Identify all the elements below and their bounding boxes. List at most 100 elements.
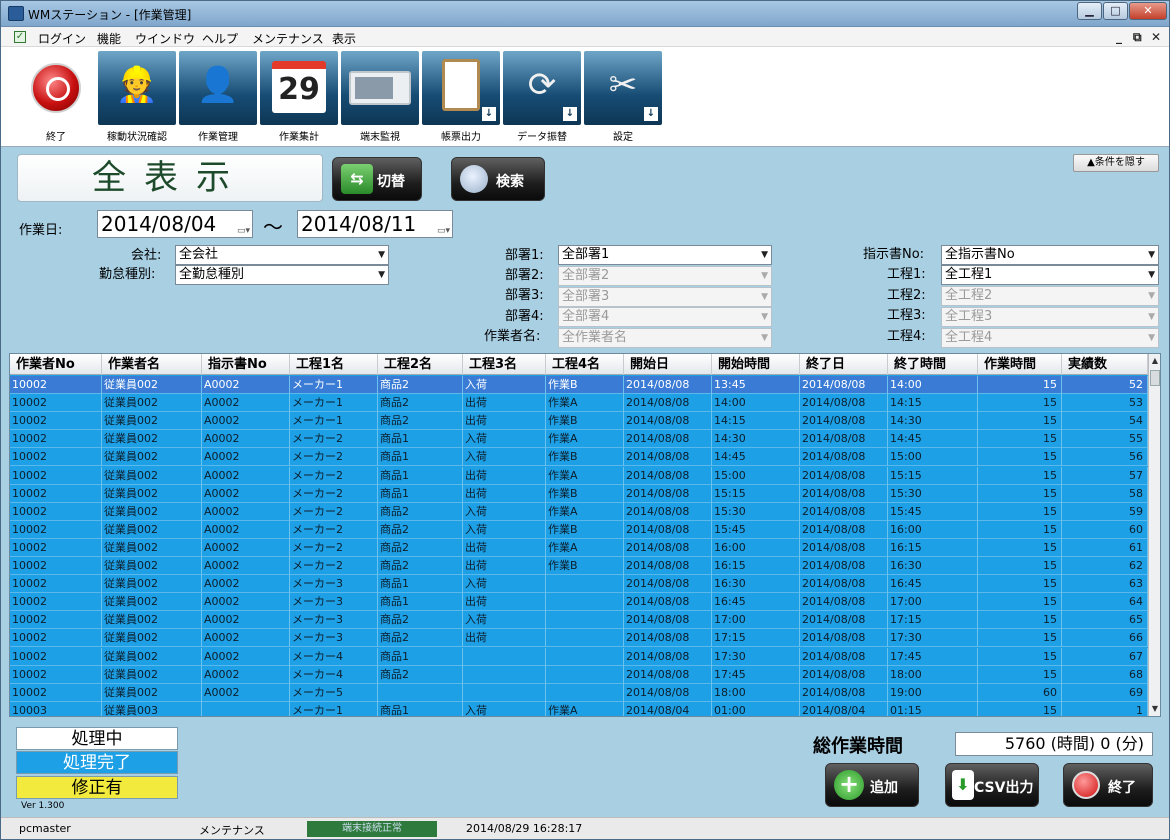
calendar-dropdown-icon[interactable]: ▭▾: [232, 218, 250, 236]
scroll-up-icon[interactable]: ▲: [1149, 354, 1160, 367]
table-cell: 16:45: [888, 575, 978, 594]
process1-select[interactable]: 全工程1 ▼: [941, 265, 1159, 285]
table-cell: A0002: [202, 575, 290, 594]
table-cell: 68: [1062, 665, 1148, 684]
table-cell: 2014/08/08: [624, 466, 712, 485]
table-cell: 従業員002: [102, 629, 202, 648]
column-header[interactable]: 作業時間: [978, 354, 1062, 375]
terminal-icon: [341, 51, 419, 125]
vertical-scrollbar[interactable]: ▲ ▼: [1148, 354, 1160, 716]
table-cell: 17:30: [888, 629, 978, 648]
table-cell: 52: [1062, 376, 1148, 394]
toolbar-report-output[interactable]: ↓ 帳票出力: [422, 51, 500, 143]
table-cell: 10002: [10, 412, 102, 431]
toolbar-status-check[interactable]: 👷 稼動状況確認: [98, 51, 176, 143]
table-row[interactable]: 10002 従業員002 A0002 メーカー3 商品1 入荷 2014/08/08 16:3…: [10, 575, 1148, 594]
minimize-button[interactable]: ▁: [1077, 2, 1102, 20]
exit-button[interactable]: 終了: [1063, 763, 1153, 807]
table-row[interactable]: 10002 従業員002 A0002 メーカー3 商品1 出荷 2014/08/08 16:4…: [10, 593, 1148, 612]
table-row[interactable]: 10002 従業員002 A0002 メーカー2 商品2 入荷 作業A 2014/08/08 1…: [10, 502, 1148, 521]
table-row-selected[interactable]: 10002 従業員002 A0002 メーカー1 商品2 入荷 作業B 2014/08/08 1…: [10, 376, 1148, 394]
table-row[interactable]: 10003 従業員003 メーカー1 商品1 入荷 作業A 2014/08/04 01:00 2…: [10, 701, 1148, 716]
toolbar-data-transfer[interactable]: ⟳ ↓ データ振替: [503, 51, 581, 143]
date-to-field[interactable]: 2014/08/11 ▭▾: [297, 210, 453, 238]
table-row[interactable]: 10002 従業員002 A0002 メーカー2 商品1 出荷 作業A 2014/08/08 1…: [10, 466, 1148, 485]
table-cell: 10003: [10, 701, 102, 716]
column-header[interactable]: 開始日: [624, 354, 712, 375]
table-cell: 従業員002: [102, 683, 202, 702]
close-button[interactable]: ✕: [1129, 2, 1167, 20]
column-header[interactable]: 作業者No: [10, 354, 102, 375]
table-cell: 作業B: [546, 412, 624, 431]
table-cell: 従業員002: [102, 466, 202, 485]
table-row[interactable]: 10002 従業員002 A0002 メーカー1 商品2 出荷 作業B 2014/08/08 1…: [10, 412, 1148, 431]
table-cell: [463, 683, 546, 702]
switch-button[interactable]: ⇆ 切替: [332, 157, 422, 201]
column-header[interactable]: 実績数: [1062, 354, 1148, 375]
table-row[interactable]: 10002 従業員002 A0002 メーカー3 商品2 入荷 2014/08/08 17:0…: [10, 611, 1148, 630]
csv-export-button[interactable]: ⬇ CSV出力: [945, 763, 1039, 807]
column-header[interactable]: 開始時間: [712, 354, 800, 375]
add-button[interactable]: + 追加: [825, 763, 919, 807]
table-cell: 従業員002: [102, 484, 202, 503]
table-row[interactable]: 10002 従業員002 A0002 メーカー5 2014/08/08 18:00 2014…: [10, 683, 1148, 702]
column-header[interactable]: 工程1名: [290, 354, 378, 375]
table-cell: 従業員002: [102, 665, 202, 684]
date-from-field[interactable]: 2014/08/04 ▭▾: [97, 210, 253, 238]
menu-view[interactable]: 表示: [332, 30, 356, 47]
scroll-down-icon[interactable]: ▼: [1149, 702, 1160, 715]
table-row[interactable]: 10002 従業員002 A0002 メーカー2 商品1 入荷 作業A 2014/08/08 1…: [10, 430, 1148, 449]
search-button[interactable]: 検索: [451, 157, 545, 201]
company-select[interactable]: 全会社 ▼: [175, 245, 389, 265]
table-cell: 2014/08/08: [800, 629, 888, 648]
table-row[interactable]: 10002 従業員002 A0002 メーカー1 商品2 出荷 作業A 2014/08/08 1…: [10, 394, 1148, 413]
column-header[interactable]: 工程2名: [378, 354, 463, 375]
column-header[interactable]: 工程3名: [463, 354, 546, 375]
table-row[interactable]: 10002 従業員002 A0002 メーカー2 商品1 入荷 作業B 2014/08/08 1…: [10, 448, 1148, 467]
calendar-dropdown-icon[interactable]: ▭▾: [432, 218, 450, 236]
toolbar-label: 端末監視: [360, 132, 400, 143]
menu-function[interactable]: 機能: [97, 30, 121, 47]
toolbar-exit[interactable]: 終了: [17, 51, 95, 143]
column-header[interactable]: 指示書No: [202, 354, 290, 375]
mdi-restore-button[interactable]: ⧉: [1133, 30, 1142, 45]
toolbar-work-management[interactable]: 👤 作業管理: [179, 51, 257, 143]
toolbar-work-summary[interactable]: 29 作業集計: [260, 51, 338, 143]
toolbar-label: データ振替: [517, 132, 567, 143]
table-row[interactable]: 10002 従業員002 A0002 メーカー2 商品1 出荷 作業B 2014/08/08 1…: [10, 484, 1148, 503]
maximize-button[interactable]: □: [1103, 2, 1128, 20]
column-header[interactable]: 作業者名: [102, 354, 202, 375]
menu-help[interactable]: ヘルプ: [202, 30, 238, 47]
table-cell: 従業員002: [102, 611, 202, 630]
menu-maintenance[interactable]: メンテナンス: [252, 30, 324, 47]
table-row[interactable]: 10002 従業員002 A0002 メーカー2 商品2 出荷 作業A 2014/08/08 1…: [10, 538, 1148, 557]
toolbar-settings[interactable]: ✂ ↓ 設定: [584, 51, 662, 143]
table-cell: 2014/08/08: [624, 502, 712, 521]
column-header[interactable]: 工程4名: [546, 354, 624, 375]
table-row[interactable]: 10002 従業員002 A0002 メーカー3 商品2 出荷 2014/08/08 17:1…: [10, 629, 1148, 648]
table-cell: メーカー2: [290, 557, 378, 575]
mdi-minimize-button[interactable]: _: [1116, 30, 1122, 44]
display-mode-label: 全表示: [17, 154, 323, 202]
work-records-table[interactable]: 作業者No 作業者名 指示書No 工程1名 工程2名 工程3名 工程4名 開始日 開始時間 終了日…: [9, 353, 1161, 717]
table-cell: 61: [1062, 538, 1148, 557]
order-no-select[interactable]: 全指示書No ▼: [941, 245, 1159, 265]
table-cell: メーカー3: [290, 593, 378, 612]
table-row[interactable]: 10002 従業員002 A0002 メーカー4 商品2 2014/08/08 17:45 2…: [10, 665, 1148, 684]
column-header[interactable]: 終了日: [800, 354, 888, 375]
table-cell: 出荷: [463, 412, 546, 431]
table-row[interactable]: 10002 従業員002 A0002 メーカー4 商品1 2014/08/08 17:30 2…: [10, 647, 1148, 666]
scroll-thumb[interactable]: [1150, 370, 1160, 386]
hide-conditions-button[interactable]: ▲条件を隠す: [1073, 154, 1159, 172]
attendance-select[interactable]: 全勤怠種別 ▼: [175, 265, 389, 285]
table-row[interactable]: 10002 従業員002 A0002 メーカー2 商品2 入荷 作業B 2014/08/08 1…: [10, 520, 1148, 539]
menu-login[interactable]: ログイン: [38, 30, 86, 47]
toolbar-terminal-monitor[interactable]: 端末監視: [341, 51, 419, 143]
table-cell: メーカー4: [290, 665, 378, 684]
mdi-close-button[interactable]: ✕: [1151, 30, 1161, 44]
table-cell: 15: [978, 611, 1062, 630]
table-row[interactable]: 10002 従業員002 A0002 メーカー2 商品2 出荷 作業B 2014/08/08 1…: [10, 557, 1148, 575]
menu-window[interactable]: ウインドウ: [135, 30, 195, 47]
dept1-select[interactable]: 全部署1 ▼: [558, 245, 772, 265]
column-header[interactable]: 終了時間: [888, 354, 978, 375]
